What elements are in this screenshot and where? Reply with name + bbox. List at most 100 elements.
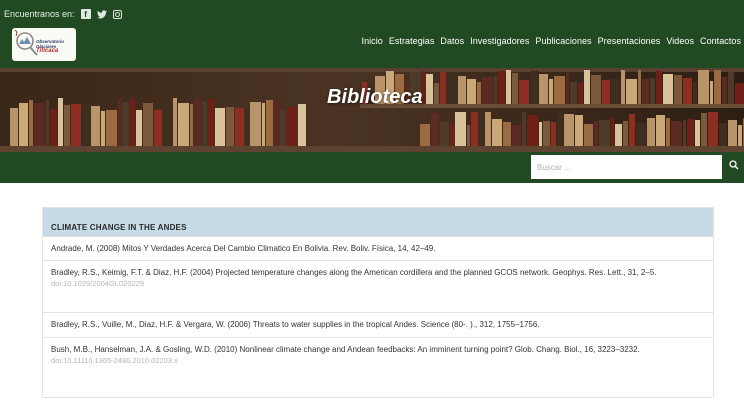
book-spine bbox=[58, 98, 63, 146]
book-spine bbox=[494, 76, 497, 104]
nav-item-investigadores[interactable]: Investigadores bbox=[467, 36, 532, 46]
book-spine bbox=[683, 120, 686, 146]
book-spine bbox=[554, 76, 565, 104]
book-spine bbox=[274, 101, 279, 146]
section-header: CLIMATE CHANGE IN THE ANDES bbox=[43, 208, 713, 236]
book-spine bbox=[519, 80, 529, 104]
reference-item: Bradley, R.S., Keimig, F.T. & Diaz, H.F.… bbox=[43, 260, 713, 312]
book-spine bbox=[629, 114, 635, 146]
book-spine bbox=[434, 83, 439, 104]
reference-text: Andrade, M. (2008) Mitos Y Verdades Acer… bbox=[51, 244, 436, 253]
book-spine bbox=[208, 99, 214, 146]
nav-item-videos[interactable]: Videos bbox=[663, 36, 697, 46]
book-spine bbox=[431, 113, 439, 146]
book-spine bbox=[575, 115, 583, 146]
book-spine bbox=[10, 108, 18, 146]
nav-item-estrategias[interactable]: Estrategias bbox=[386, 36, 438, 46]
nav-item-datos[interactable]: Datos bbox=[437, 36, 467, 46]
book-spine bbox=[656, 71, 662, 104]
book-spine bbox=[29, 100, 33, 146]
nav-item-inicio[interactable]: Inicio bbox=[359, 36, 386, 46]
book-spine bbox=[235, 108, 244, 146]
book-spine bbox=[584, 70, 590, 104]
site-logo[interactable]: Observatorio Glaciares Titicaca bbox=[12, 28, 76, 61]
book-spine bbox=[638, 70, 641, 104]
search-input[interactable] bbox=[531, 155, 722, 179]
nav-item-presentaciones[interactable]: Presentaciones bbox=[595, 36, 664, 46]
book-spine bbox=[215, 108, 225, 146]
nav-item-publicaciones[interactable]: Publicaciones bbox=[532, 36, 594, 46]
reference-doi-link[interactable]: doi:10.1111/j.1365-2486.2010.02203.x bbox=[51, 355, 705, 366]
book-spine bbox=[154, 110, 162, 146]
book-spine bbox=[101, 111, 105, 146]
book-spine bbox=[602, 80, 610, 104]
search-icon[interactable] bbox=[729, 160, 741, 174]
bookshelf-image bbox=[0, 68, 744, 152]
book-spine bbox=[82, 105, 90, 146]
reference-text: Bradley, R.S., Keimig, F.T. & Diaz, H.F.… bbox=[51, 268, 657, 277]
book-spine bbox=[122, 102, 129, 146]
book-spine bbox=[226, 107, 234, 146]
book-spine bbox=[615, 124, 622, 146]
book-spine bbox=[71, 104, 81, 146]
book-spine bbox=[543, 121, 550, 146]
social-follow: Encuentranos en: f bbox=[4, 9, 122, 19]
book-spine bbox=[695, 120, 700, 146]
book-spine bbox=[623, 121, 628, 146]
book-spine bbox=[549, 79, 553, 104]
book-spine bbox=[735, 83, 744, 104]
section-title: CLIMATE CHANGE IN THE ANDES bbox=[51, 223, 187, 232]
book-spine bbox=[584, 124, 593, 146]
reference-doi-link[interactable]: doi:10.1029/2004GL020229 bbox=[51, 278, 705, 289]
twitter-icon[interactable] bbox=[96, 9, 107, 19]
book-spine bbox=[594, 121, 598, 146]
book-spine bbox=[482, 77, 493, 104]
book-spine bbox=[701, 113, 707, 146]
book-spine bbox=[591, 75, 601, 104]
book-spine bbox=[506, 70, 511, 104]
book-spine bbox=[202, 102, 207, 146]
book-spine bbox=[693, 81, 697, 104]
book-spine bbox=[530, 71, 538, 104]
book-spine bbox=[512, 125, 521, 146]
book-spine bbox=[178, 103, 189, 146]
top-header: Encuentranos en: f Observatorio Glaciare… bbox=[0, 0, 744, 68]
nav-item-contactos[interactable]: Contactos bbox=[697, 36, 744, 46]
book-spine bbox=[564, 114, 574, 146]
book-spine bbox=[426, 74, 433, 104]
book-spine bbox=[447, 73, 457, 104]
book-spine bbox=[492, 119, 502, 146]
book-spine bbox=[738, 125, 742, 146]
book-spine bbox=[91, 106, 100, 146]
book-spine bbox=[250, 102, 261, 146]
book-spine bbox=[557, 113, 563, 146]
book-spine bbox=[477, 82, 481, 104]
book-spine bbox=[50, 109, 57, 146]
book-spine bbox=[163, 99, 172, 146]
book-spine bbox=[440, 72, 446, 104]
book-spine bbox=[710, 81, 713, 104]
book-spine bbox=[485, 112, 491, 146]
book-spine bbox=[650, 78, 655, 104]
book-spine bbox=[266, 100, 273, 146]
book-spine bbox=[656, 115, 665, 146]
book-spine bbox=[728, 72, 734, 104]
book-spine bbox=[611, 79, 620, 104]
book-spine bbox=[280, 110, 286, 146]
book-spine bbox=[522, 112, 526, 146]
book-spine bbox=[512, 73, 518, 104]
book-spine bbox=[621, 70, 625, 104]
book-spine bbox=[130, 99, 135, 146]
book-spine bbox=[450, 123, 454, 146]
book-spine bbox=[642, 79, 649, 104]
book-spine bbox=[471, 112, 478, 146]
logo-line-3: Titicaca bbox=[36, 48, 59, 54]
book-spine bbox=[46, 100, 49, 146]
facebook-icon[interactable]: f bbox=[80, 9, 91, 19]
book-spine bbox=[118, 99, 121, 146]
book-spine bbox=[420, 124, 430, 146]
book-spine bbox=[599, 120, 610, 146]
book-spine bbox=[671, 121, 682, 146]
book-spine bbox=[663, 74, 673, 104]
instagram-icon[interactable] bbox=[112, 9, 122, 19]
